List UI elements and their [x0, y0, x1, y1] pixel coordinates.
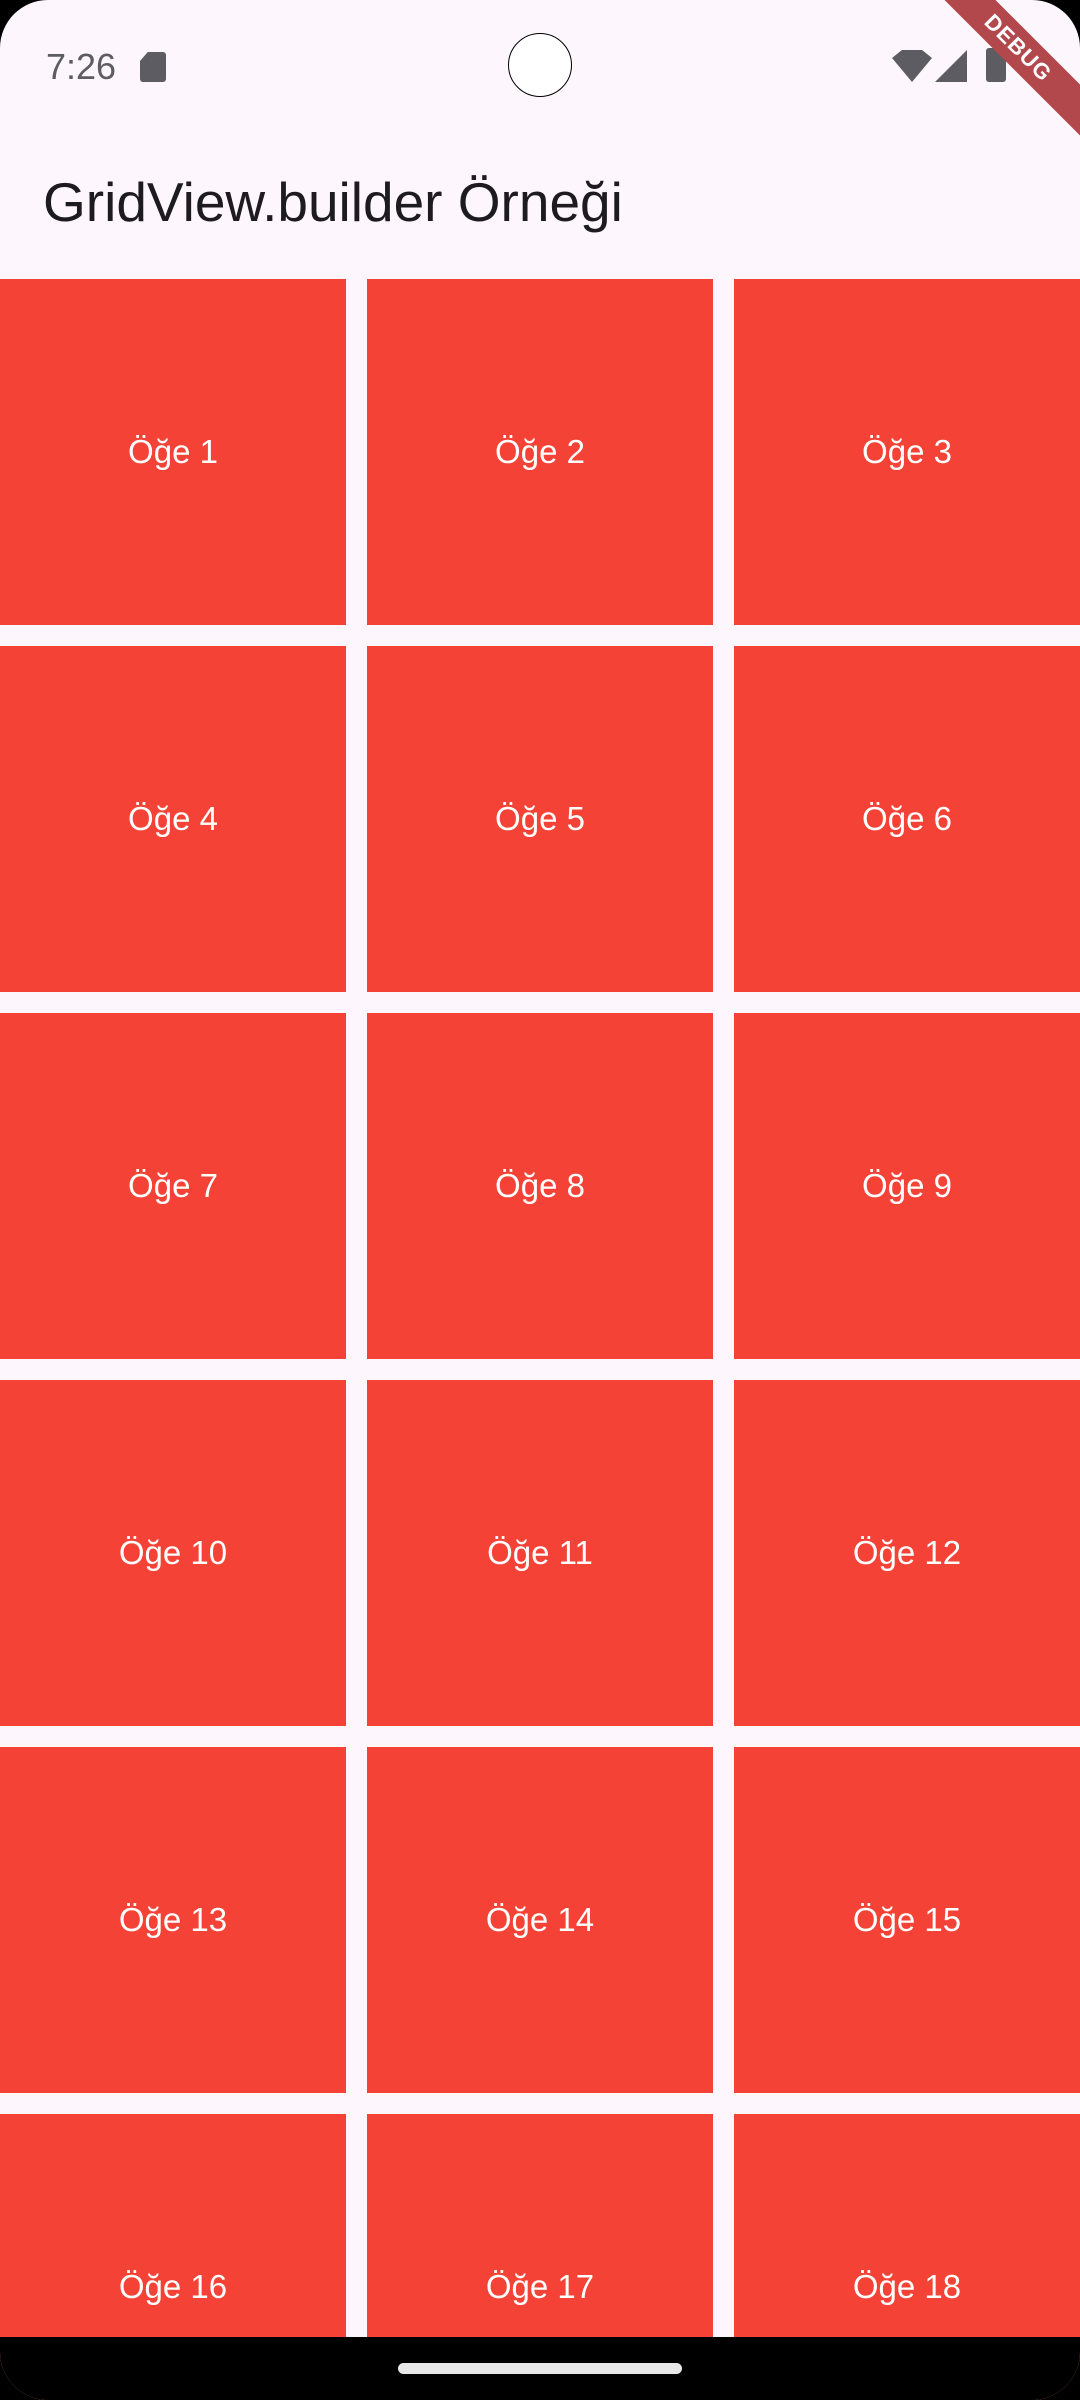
grid-tile[interactable]: Öğe 3: [734, 279, 1080, 625]
grid-tile-label: Öğe 14: [485, 1901, 595, 1938]
grid-tile[interactable]: Öğe 2: [367, 279, 713, 625]
wifi-icon: [892, 50, 932, 82]
grid-tile[interactable]: Öğe 15: [734, 1747, 1080, 2093]
status-time: 7:26: [46, 46, 117, 87]
navigation-bar: [0, 2337, 1080, 2400]
grid-tile-label: Öğe 16: [118, 2268, 228, 2305]
grid-tile-label: Öğe 7: [128, 1167, 218, 1204]
grid-tile[interactable]: Öğe 8: [367, 1013, 713, 1359]
grid-tile-label: Öğe 3: [862, 433, 952, 470]
grid-tile-label: Öğe 17: [485, 2268, 595, 2305]
grid-tile-label: Öğe 11: [487, 1534, 593, 1571]
grid-tile[interactable]: Öğe 14: [367, 1747, 713, 2093]
grid-tile-label: Öğe 9: [862, 1167, 952, 1204]
grid-tile[interactable]: Öğe 1: [0, 279, 346, 625]
grid-tile[interactable]: Öğe 10: [0, 1380, 346, 1726]
screen: 7:26 DEBUG GridView.builder Örneği Öğe 1…: [0, 0, 1080, 2400]
grid-tile[interactable]: Öğe 6: [734, 646, 1080, 992]
grid-tile-label: Öğe 2: [495, 433, 585, 470]
status-bar: 7:26: [0, 0, 1080, 130]
page-title: GridView.builder Örneği: [43, 171, 623, 233]
home-handle[interactable]: [398, 2363, 682, 2374]
grid-tile[interactable]: Öğe 12: [734, 1380, 1080, 1726]
grid-tile-label: Öğe 5: [495, 800, 585, 837]
grid-tile-label: Öğe 13: [118, 1901, 228, 1938]
grid-view[interactable]: Öğe 1 Öğe 2 Öğe 3 Öğe 4 Öğe 5 Öğe 6 Öğe 7 Öğe 8…: [0, 279, 1080, 2400]
grid-tile[interactable]: Öğe 13: [0, 1747, 346, 2093]
grid-tile[interactable]: Öğe 5: [367, 646, 713, 992]
grid-tile-label: Öğe 4: [128, 800, 218, 837]
grid-tile-label: Öğe 10: [118, 1534, 228, 1571]
grid-tile[interactable]: Öğe 9: [734, 1013, 1080, 1359]
app-bar: GridView.builder Örneği: [0, 130, 1080, 278]
grid-tile[interactable]: Öğe 7: [0, 1013, 346, 1359]
grid-tile-label: Öğe 6: [862, 800, 952, 837]
camera-cutout: [508, 33, 572, 97]
grid-tile-label: Öğe 18: [852, 2268, 962, 2305]
grid-tile-label: Öğe 12: [852, 1534, 962, 1571]
grid-tile-label: Öğe 15: [852, 1901, 962, 1938]
signal-icon: [935, 50, 967, 82]
grid-tile-label: Öğe 1: [128, 433, 218, 470]
grid-tile-label: Öğe 8: [495, 1167, 585, 1204]
grid-tile[interactable]: Öğe 11: [367, 1380, 713, 1726]
sd-card-icon: [140, 52, 166, 82]
grid-tile[interactable]: Öğe 4: [0, 646, 346, 992]
